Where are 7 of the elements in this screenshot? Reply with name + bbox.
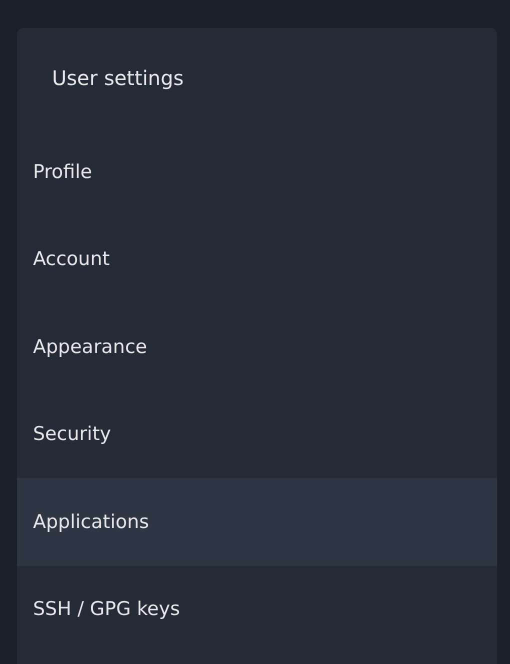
menu-item[interactable]: SSH / GPG keys [17, 566, 497, 653]
menu-item[interactable]: Profile [17, 128, 497, 216]
menu-item[interactable]: Account [17, 216, 497, 303]
menu-item[interactable]: Appearance [17, 303, 497, 390]
menu-title: User settings [51, 65, 185, 92]
menu-item[interactable]: Security [17, 390, 497, 478]
menu-item[interactable]: Applications [17, 478, 497, 566]
